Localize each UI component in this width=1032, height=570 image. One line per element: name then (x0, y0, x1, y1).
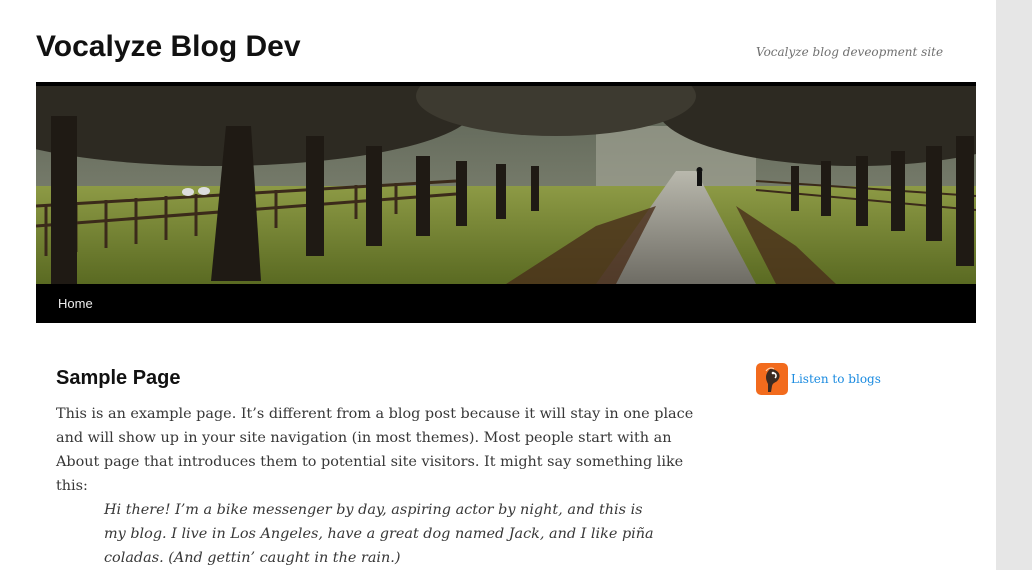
page-title: Sample Page (56, 367, 181, 389)
header-image[interactable] (36, 86, 976, 284)
header-image-illustration (36, 86, 976, 284)
page-blockquote: Hi there! I’m a bike messenger by day, a… (104, 502, 654, 566)
nav-item-home[interactable]: Home (58, 296, 93, 311)
page-paragraph: This is an example page. It’s different … (56, 406, 694, 494)
vocalyze-parrot-icon[interactable] (756, 363, 788, 395)
site-description: Vocalyze blog deveopment site (756, 45, 944, 59)
listen-to-blogs-link[interactable]: Listen to blogs (791, 372, 881, 386)
site-title[interactable]: Vocalyze Blog Dev (36, 28, 301, 66)
page: Vocalyze Blog Dev Vocalyze blog deveopme… (0, 0, 996, 570)
main-nav: Home (36, 284, 976, 323)
listen-widget[interactable]: Listen to blogs (756, 363, 881, 395)
